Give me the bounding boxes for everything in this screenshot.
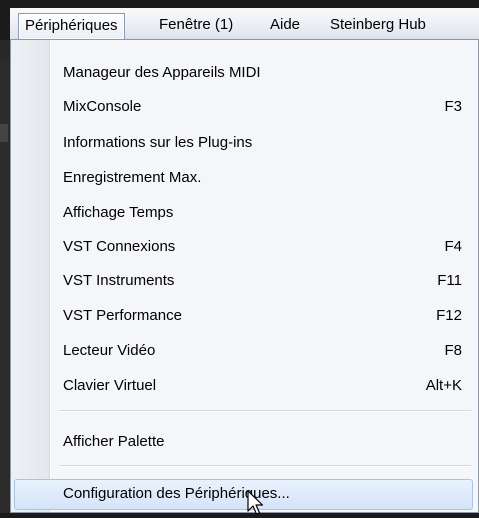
menu-item-manageur-appareils-midi[interactable]: Manageur des Appareils MIDI <box>11 56 478 89</box>
menu-item-label: Affichage Temps <box>63 204 174 221</box>
menu-item-label: VST Instruments <box>63 272 175 289</box>
menu-item-label: Informations sur les Plug-ins <box>63 134 253 151</box>
menu-separator <box>59 465 471 467</box>
menubar-top-edge <box>0 0 479 8</box>
menubar-left-edge <box>0 8 10 40</box>
menu-fenetre[interactable]: Fenêtre (1) <box>153 13 239 39</box>
menu-item-label: Enregistrement Max. <box>63 169 202 186</box>
menu-item-enregistrement-max[interactable]: Enregistrement Max. <box>11 161 478 194</box>
menu-item-shortcut: F12 <box>436 307 462 324</box>
menu-item-vst-performance[interactable]: VST Performance F12 <box>11 299 478 332</box>
menu-item-label: Afficher Palette <box>63 433 165 450</box>
menu-item-configuration-peripheriques[interactable]: Configuration des Périphériques... <box>11 477 478 510</box>
app-bottom-edge <box>0 513 479 518</box>
menu-item-mixconsole[interactable]: MixConsole F3 <box>11 90 478 123</box>
menu-separator <box>59 410 471 412</box>
menu-peripheriques-label: Périphériques <box>25 17 118 34</box>
mouse-pointer-icon <box>247 490 264 515</box>
peripheriques-dropdown-menu: Manageur des Appareils MIDI MixConsole F… <box>10 39 479 513</box>
menu-aide-label: Aide <box>270 16 301 33</box>
menu-aide[interactable]: Aide <box>264 13 306 39</box>
menu-item-vst-instruments[interactable]: VST Instruments F11 <box>11 264 478 297</box>
menu-item-shortcut: F8 <box>444 342 462 359</box>
menu-fenetre-label: Fenêtre (1) <box>159 16 234 33</box>
menu-steinberg-hub-label: Steinberg Hub <box>330 16 426 33</box>
menu-item-informations-plugins[interactable]: Informations sur les Plug-ins <box>11 126 478 159</box>
menu-item-vst-connexions[interactable]: VST Connexions F4 <box>11 230 478 263</box>
menu-item-label: Clavier Virtuel <box>63 377 157 394</box>
menu-item-shortcut: F3 <box>444 98 462 115</box>
menu-item-label: Lecteur Vidéo <box>63 342 156 359</box>
menu-item-lecteur-video[interactable]: Lecteur Vidéo F8 <box>11 334 478 367</box>
menu-item-clavier-virtuel[interactable]: Clavier Virtuel Alt+K <box>11 369 478 402</box>
menu-bar: Périphériques Fenêtre (1) Aide Steinberg… <box>0 0 479 40</box>
menu-peripheriques[interactable]: Périphériques <box>18 13 125 39</box>
menu-item-label: VST Connexions <box>63 238 176 255</box>
menu-item-label: MixConsole <box>63 98 142 115</box>
menu-item-shortcut: F11 <box>437 272 462 289</box>
menu-item-label: Manageur des Appareils MIDI <box>63 64 261 81</box>
menu-item-label: VST Performance <box>63 307 182 324</box>
app-left-marker <box>0 124 8 142</box>
menu-item-shortcut: Alt+K <box>425 377 462 394</box>
menu-item-afficher-palette[interactable]: Afficher Palette <box>11 425 478 458</box>
menu-item-affichage-temps[interactable]: Affichage Temps <box>11 196 478 229</box>
menu-item-shortcut: F4 <box>444 238 462 255</box>
menu-steinberg-hub[interactable]: Steinberg Hub <box>324 13 432 39</box>
